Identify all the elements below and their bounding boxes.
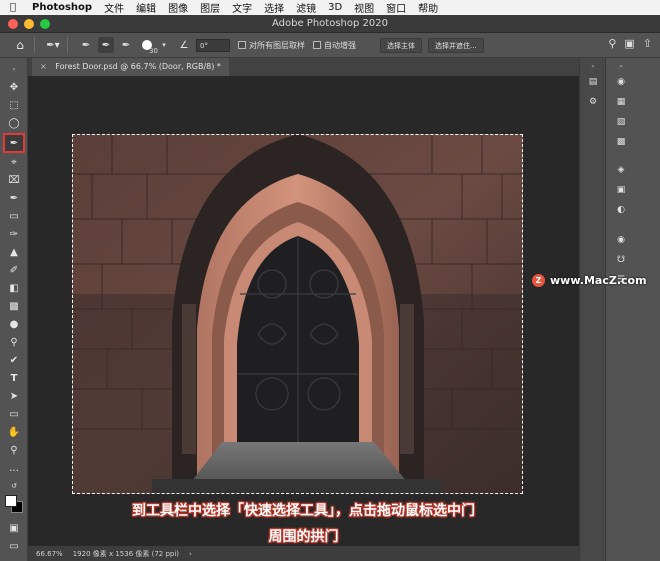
marquee-tool-icon[interactable]: ⬚ [5,98,23,112]
learn-panel-icon[interactable]: ◈ [614,164,628,176]
angle-icon: ∠ [179,39,189,51]
tutorial-caption-line2: 周围的拱门 [268,529,339,545]
dodge-tool-icon[interactable]: ⚲ [5,335,23,349]
document-info: 1920 像素 x 1536 像素 (72 ppi) [72,549,180,558]
rectangle-tool-icon[interactable]: ▭ [5,407,23,421]
panel-dock-icons: » ◉ ▦ ▧ ▩ ◈ ▣ ◐ ◉ ☋ ☰ [605,58,660,561]
frame-tool-icon[interactable]: ⌧ [5,173,23,187]
tools-panel: » ✥ ⬚ ◯ ✒ ⌖ ⌧ ✒ ▭ ✑ ▲ ✐ ◧ ▩ ● ⚲ ✔ T ➤ ▭ … [0,58,28,561]
menu-help[interactable]: 帮助 [418,0,438,15]
apple-icon[interactable]:  [10,2,24,13]
panel-collapse-icon[interactable]: » [614,60,628,72]
select-subject-button[interactable]: 选择主体 [380,37,422,53]
move-tool-icon[interactable]: ✥ [5,80,23,94]
gradient-tool-icon[interactable]: ▩ [5,299,23,313]
select-and-mask-button[interactable]: 选择并遮住... [428,37,484,53]
menu-edit[interactable]: 编辑 [136,0,156,15]
close-window-button[interactable] [8,19,18,29]
auto-enhance-label: 自动增强 [324,40,356,50]
gradients-panel-icon[interactable]: ▧ [614,116,628,128]
brush-tool-icon[interactable]: ✑ [5,227,23,241]
document-tab-bar: × Forest Door.psd @ 66.7% (Door, RGB/8) … [28,58,579,76]
watermark-text: www.MacZ.com [550,274,647,287]
blur-tool-icon[interactable]: ● [5,317,23,331]
document-tab-title: Forest Door.psd @ 66.7% (Door, RGB/8) * [55,62,221,71]
libraries-panel-icon[interactable]: ▣ [614,184,628,196]
swap-colors-icon[interactable]: ↺ [5,479,23,493]
options-bar: ⌂ ✒▾ ✒ ✒ ✒ ▾ 30 ∠ 0° 对所有图层取样 自动增强 选择主体 选… [0,33,660,58]
history-brush-tool-icon[interactable]: ✐ [5,263,23,277]
history-panel-icon[interactable]: ▤ [586,76,600,88]
screen-mode-icon[interactable]: ▭ [5,539,23,553]
tool-preset-picker[interactable]: ✒▾ [45,37,61,53]
menu-image[interactable]: 图像 [168,0,188,15]
menu-filter[interactable]: 滤镜 [296,0,316,15]
properties-panel-icon[interactable]: ⚙ [586,96,600,108]
minimize-window-button[interactable] [24,19,34,29]
search-icon[interactable]: ⚲ [608,37,616,50]
swatches-panel-icon[interactable]: ▦ [614,96,628,108]
hand-tool-icon[interactable]: ✋ [5,425,23,439]
menu-type[interactable]: 文字 [232,0,252,15]
sample-all-layers-checkbox[interactable] [238,41,246,49]
angle-input[interactable]: 0° [196,38,230,52]
window-title: Adobe Photoshop 2020 [272,18,388,29]
subtract-from-selection-mode-icon[interactable]: ✒ [118,37,134,53]
auto-enhance-checkbox[interactable] [313,41,321,49]
menu-3d[interactable]: 3D [328,2,342,13]
share-icon[interactable]: ⇧ [643,37,652,50]
macz-logo-icon: Z [532,274,545,287]
document-tab[interactable]: × Forest Door.psd @ 66.7% (Door, RGB/8) … [32,58,229,76]
menu-select[interactable]: 选择 [264,0,284,15]
sample-all-layers-label: 对所有图层取样 [249,40,305,50]
lasso-tool-icon[interactable]: ◯ [5,116,23,130]
workspace-icon[interactable]: ▣ [624,37,634,50]
home-icon[interactable]: ⌂ [12,37,28,53]
adjustments-panel-icon[interactable]: ◐ [614,204,628,216]
crop-tool-icon[interactable]: ⌖ [5,155,23,169]
new-selection-mode-icon[interactable]: ✒ [78,37,94,53]
document-canvas[interactable]: 到工具栏中选择「快速选择工具」，点击拖动鼠标选中门 周围的拱门 [28,76,579,546]
patterns-panel-icon[interactable]: ▩ [614,136,628,148]
channels-panel-icon[interactable]: ◉ [614,234,628,246]
zoom-level[interactable]: 66.67% [36,550,63,558]
selection-marquee [72,134,523,494]
eyedropper-tool-icon[interactable]: ✒ [5,191,23,205]
close-tab-icon[interactable]: × [40,62,47,71]
foreground-color-swatch[interactable] [5,495,17,507]
menu-file[interactable]: 文件 [104,0,124,15]
toolbar-collapse-icon[interactable]: » [5,62,23,76]
menu-layer[interactable]: 图层 [200,0,220,15]
healing-brush-tool-icon[interactable]: ▭ [5,209,23,223]
quick-selection-tool-icon[interactable]: ✒ [3,133,25,153]
path-selection-tool-icon[interactable]: ➤ [5,389,23,403]
pen-tool-icon[interactable]: ✔ [5,353,23,367]
status-bar: 66.67% 1920 像素 x 1536 像素 (72 ppi) › [28,546,579,561]
watermark: Z www.MacZ.com [532,274,647,287]
window-titlebar: Adobe Photoshop 2020 [0,15,660,33]
quick-mask-icon[interactable]: ▣ [5,521,23,535]
brush-size: 30 [149,47,158,55]
menu-app-name[interactable]: Photoshop [32,2,92,13]
type-tool-icon[interactable]: T [5,371,23,385]
dock-collapse-icon[interactable]: « [586,60,600,72]
color-panel-icon[interactable]: ◉ [614,76,628,88]
paths-panel-icon[interactable]: ☋ [614,254,628,266]
tutorial-caption-line1: 到工具栏中选择「快速选择工具」，点击拖动鼠标选中门 [132,503,475,519]
menu-view[interactable]: 视图 [354,0,374,15]
more-tools-icon[interactable]: … [5,461,23,475]
brush-picker-chevron-icon[interactable]: ▾ [156,37,172,53]
menubar:  Photoshop 文件 编辑 图像 图层 文字 选择 滤镜 3D 视图 窗… [0,0,660,15]
menu-window[interactable]: 窗口 [386,0,406,15]
eraser-tool-icon[interactable]: ◧ [5,281,23,295]
zoom-window-button[interactable] [40,19,50,29]
panel-dock-collapsed: « ▤ ⚙ [579,58,605,561]
zoom-tool-icon[interactable]: ⚲ [5,443,23,457]
status-chevron-icon[interactable]: › [189,550,192,558]
add-to-selection-mode-icon[interactable]: ✒ [98,37,114,53]
clone-stamp-tool-icon[interactable]: ▲ [5,245,23,259]
